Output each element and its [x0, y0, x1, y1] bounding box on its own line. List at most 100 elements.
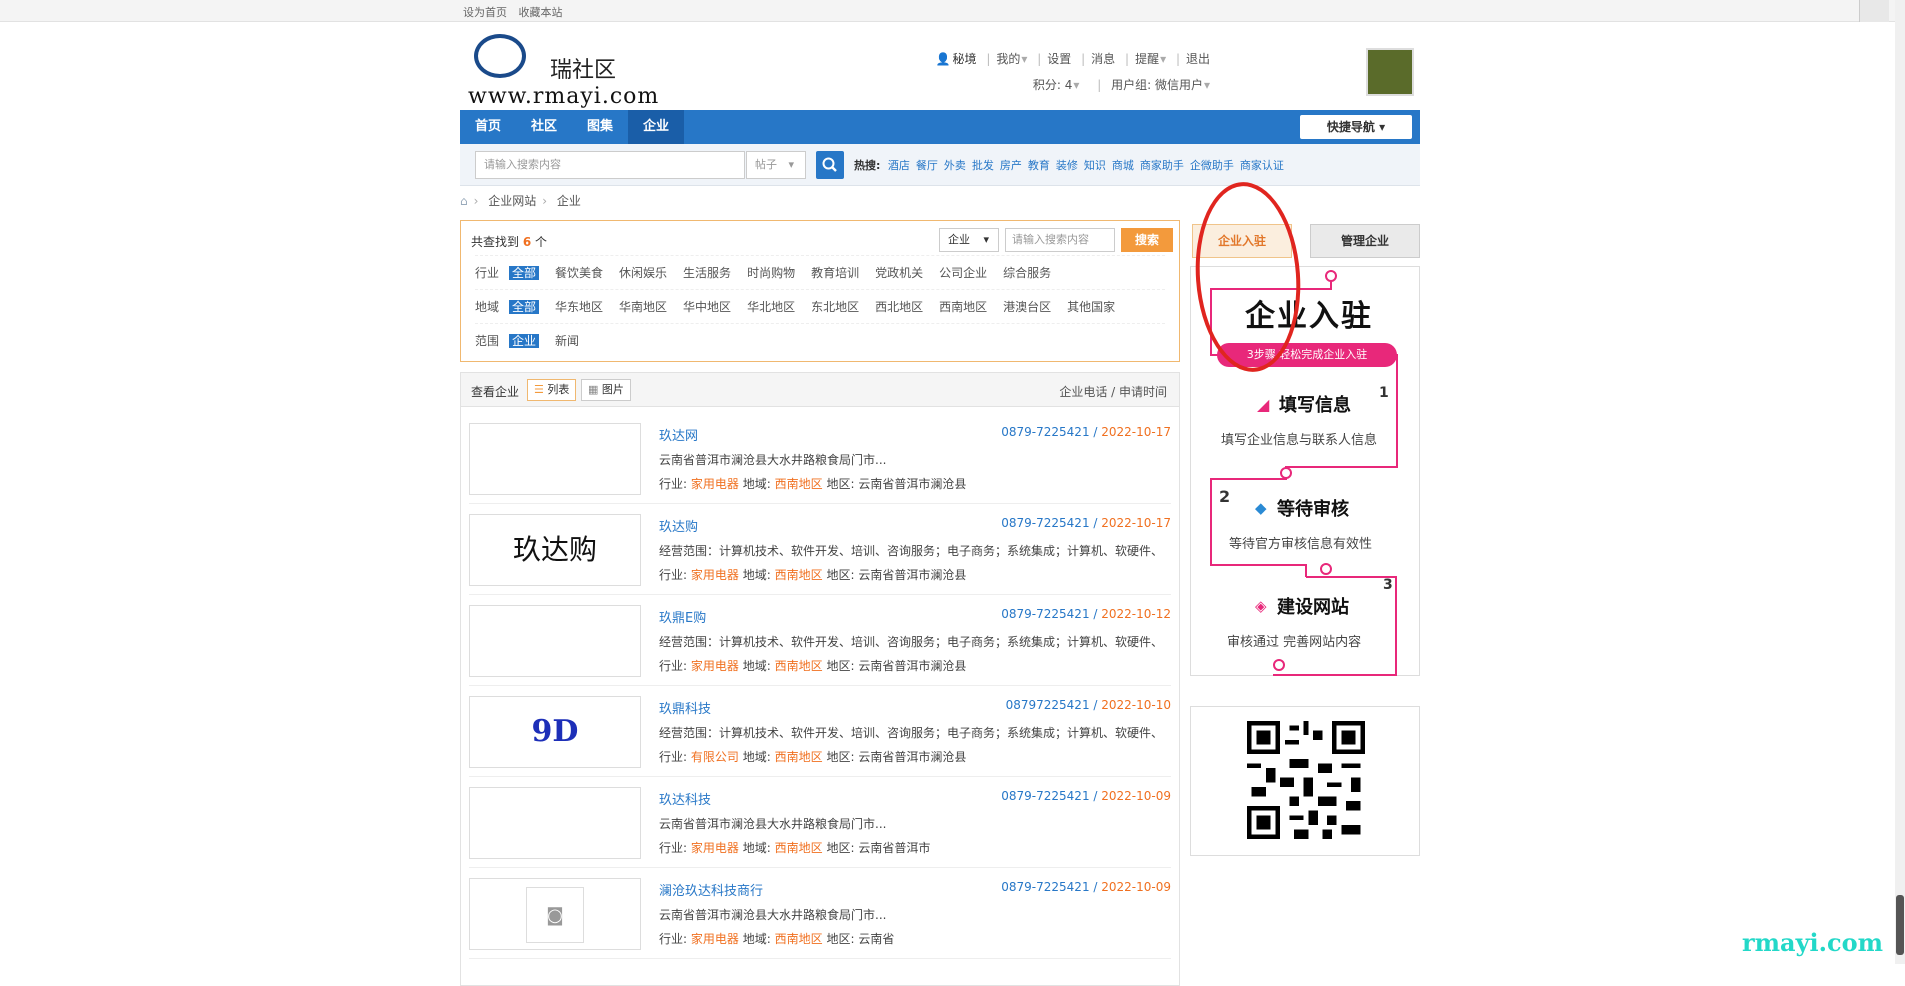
settings-link[interactable]: 设置	[1047, 52, 1071, 66]
enterprise-name[interactable]: 玖鼎E购	[659, 607, 706, 626]
enterprise-thumbnail[interactable]: 玖达购	[469, 514, 641, 586]
scrollbar-thumb[interactable]	[1896, 895, 1904, 955]
filter-option[interactable]: 港澳台区	[1003, 300, 1051, 314]
filter-option[interactable]: 华北地区	[747, 300, 795, 314]
filter-row-label: 范围	[475, 334, 500, 348]
hot-link[interactable]: 餐厅	[916, 159, 938, 172]
hot-link[interactable]: 装修	[1056, 159, 1078, 172]
hot-link[interactable]: 房产	[1000, 159, 1022, 172]
enterprise-name[interactable]: 玖达购	[659, 516, 698, 535]
messages-link[interactable]: 消息	[1091, 52, 1115, 66]
my-menu[interactable]: 我的	[996, 52, 1020, 66]
hot-link[interactable]: 知识	[1084, 159, 1106, 172]
logout-link[interactable]: 退出	[1186, 52, 1210, 66]
list-item[interactable]: 9D 玖鼎科技 08797225421 / 2022-10-10 经营范围：计算机技术…	[469, 686, 1171, 777]
filter-search-button[interactable]: 搜索	[1121, 228, 1173, 252]
industry-value[interactable]: 家用电器	[691, 932, 739, 946]
filter-option[interactable]: 新闻	[555, 334, 579, 348]
industry-value[interactable]: 家用电器	[691, 841, 739, 855]
tab-manage-enterprise[interactable]: 管理企业	[1310, 224, 1420, 258]
filter-option[interactable]: 华南地区	[619, 300, 667, 314]
filter-option[interactable]: 公司企业	[939, 266, 987, 280]
filter-option[interactable]: 休闲娱乐	[619, 266, 667, 280]
home-icon[interactable]: ⌂	[460, 194, 468, 208]
filter-search-input[interactable]: 请输入搜索内容	[1005, 228, 1115, 252]
logo-url: www.rmayi.com	[468, 84, 660, 109]
enterprise-name[interactable]: 玖达科技	[659, 789, 711, 808]
filter-option[interactable]: 东北地区	[811, 300, 859, 314]
search-input[interactable]: 请输入搜索内容	[475, 151, 745, 179]
enterprise-name[interactable]: 玖鼎科技	[659, 698, 711, 717]
filter-option[interactable]: 西南地区	[939, 300, 987, 314]
filter-option[interactable]: 综合服务	[1003, 266, 1051, 280]
search-button[interactable]	[816, 151, 844, 179]
set-home-link[interactable]: 设为首页	[463, 6, 507, 19]
list-item[interactable]: 玖达科技 0879-7225421 / 2022-10-09 云南省普洱市澜沧县大水…	[469, 777, 1171, 868]
username-link[interactable]: 秘境	[952, 52, 976, 66]
enterprise-thumbnail[interactable]	[469, 423, 641, 495]
hot-link[interactable]: 商城	[1112, 159, 1134, 172]
nav-item-gallery[interactable]: 图集	[572, 110, 628, 144]
hot-link[interactable]: 酒店	[888, 159, 910, 172]
enterprise-info: 行业: 有限公司 地域: 西南地区 地区: 云南省普洱市澜沧县	[659, 748, 966, 765]
scrollbar[interactable]	[1895, 0, 1905, 964]
search-type-select[interactable]: 帖子 ▾	[746, 151, 806, 179]
nav-item-home[interactable]: 首页	[460, 110, 516, 144]
region-value[interactable]: 西南地区	[775, 750, 823, 764]
filter-option[interactable]: 党政机关	[875, 266, 923, 280]
enterprise-thumbnail[interactable]	[469, 605, 641, 677]
quick-nav-button[interactable]: 快捷导航 ▾	[1300, 115, 1412, 139]
hot-link[interactable]: 企微助手	[1190, 159, 1234, 172]
industry-value[interactable]: 家用电器	[691, 477, 739, 491]
region-value[interactable]: 西南地区	[775, 568, 823, 582]
filter-option[interactable]: 华东地区	[555, 300, 603, 314]
list-item[interactable]: 玖达网 0879-7225421 / 2022-10-17 云南省普洱市澜沧县大水井…	[469, 413, 1171, 504]
remind-menu[interactable]: 提醒	[1135, 52, 1159, 66]
filter-option[interactable]: 餐饮美食	[555, 266, 603, 280]
list-view-toggle[interactable]: ☰ 列表	[527, 379, 577, 401]
hot-link[interactable]: 商家助手	[1140, 159, 1184, 172]
list-icon: ☰	[534, 383, 544, 396]
hot-link[interactable]: 外卖	[944, 159, 966, 172]
sort-label[interactable]: 企业电话 / 申请时间	[1059, 383, 1167, 400]
avatar[interactable]	[1366, 48, 1414, 96]
filter-option[interactable]: 企业	[509, 334, 540, 348]
filter-option[interactable]: 全部	[509, 266, 540, 280]
enterprise-thumbnail[interactable]: ◙	[469, 878, 641, 950]
hot-link[interactable]: 批发	[972, 159, 994, 172]
list-item[interactable]: 玖达购 玖达购 0879-7225421 / 2022-10-17 经营范围：计算机技…	[469, 504, 1171, 595]
filter-type-select[interactable]: 企业 ▾	[939, 228, 999, 252]
region-value[interactable]: 西南地区	[775, 477, 823, 491]
filter-option[interactable]: 其他国家	[1067, 300, 1115, 314]
region-value[interactable]: 西南地区	[775, 659, 823, 673]
region-value[interactable]: 西南地区	[775, 932, 823, 946]
filter-option[interactable]: 时尚购物	[747, 266, 795, 280]
industry-value[interactable]: 家用电器	[691, 568, 739, 582]
enterprise-name[interactable]: 澜沧玖达科技商行	[659, 880, 763, 899]
filter-option[interactable]: 华中地区	[683, 300, 731, 314]
site-logo[interactable]: 瑞社区 www.rmayi.com	[468, 34, 668, 109]
breadcrumb-item[interactable]: 企业网站	[488, 194, 536, 208]
region-value[interactable]: 西南地区	[775, 841, 823, 855]
enterprise-thumbnail[interactable]	[469, 787, 641, 859]
image-view-toggle[interactable]: ▦ 图片	[581, 379, 631, 401]
filter-option[interactable]: 西北地区	[875, 300, 923, 314]
points-menu[interactable]: 积分: 4	[1033, 78, 1073, 92]
bookmark-link[interactable]: 收藏本站	[519, 6, 563, 19]
user-group-menu[interactable]: 用户组: 微信用户	[1111, 78, 1203, 92]
filter-option[interactable]: 教育培训	[811, 266, 859, 280]
enterprise-thumbnail[interactable]: 9D	[469, 696, 641, 768]
enterprise-name[interactable]: 玖达网	[659, 425, 698, 444]
list-item[interactable]: ◙ 澜沧玖达科技商行 0879-7225421 / 2022-10-09 云南省普洱市…	[469, 868, 1171, 959]
breadcrumb-item[interactable]: 企业	[557, 194, 581, 208]
nav-item-enterprise[interactable]: 企业	[628, 110, 685, 144]
hot-link[interactable]: 教育	[1028, 159, 1050, 172]
filter-option[interactable]: 全部	[509, 300, 540, 314]
hot-link[interactable]: 商家认证	[1240, 159, 1284, 172]
industry-value[interactable]: 有限公司	[691, 750, 739, 764]
list-item[interactable]: 玖鼎E购 0879-7225421 / 2022-10-12 经营范围：计算机技术、…	[469, 595, 1171, 686]
enterprise-meta: 0879-7225421 / 2022-10-09	[1001, 880, 1171, 894]
nav-item-community[interactable]: 社区	[516, 110, 572, 144]
filter-option[interactable]: 生活服务	[683, 266, 731, 280]
industry-value[interactable]: 家用电器	[691, 659, 739, 673]
